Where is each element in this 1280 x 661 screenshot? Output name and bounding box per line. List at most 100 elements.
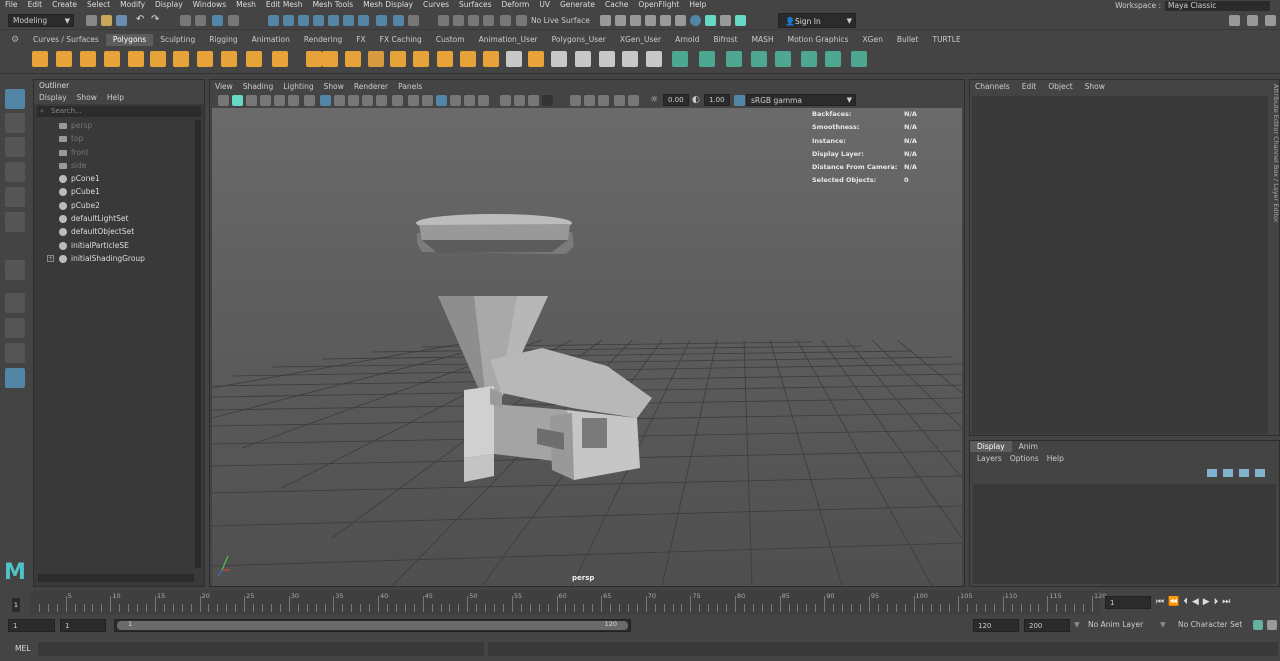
undo-icon[interactable]: ↶	[136, 15, 147, 26]
snap-view-icon[interactable]	[313, 15, 324, 26]
workspace-dropdown[interactable]: Maya Classic	[1165, 0, 1270, 11]
cut-uv-icon[interactable]	[775, 51, 791, 67]
move-tool-icon[interactable]	[5, 162, 25, 182]
outliner-layout-icon[interactable]	[5, 368, 25, 388]
menu-select[interactable]: Select	[82, 0, 115, 9]
planar-uv-icon[interactable]	[672, 51, 688, 67]
menu-windows[interactable]: Windows	[188, 0, 231, 9]
menu-cache[interactable]: Cache	[600, 0, 633, 9]
outliner-item[interactable]: persp	[34, 119, 204, 132]
outliner-menu-show[interactable]: Show	[77, 92, 97, 104]
retopo-icon[interactable]	[437, 51, 453, 67]
menu-display[interactable]: Display	[150, 0, 188, 9]
shelf-tab-sculpting[interactable]: Sculpting	[153, 34, 202, 46]
target-weld-icon[interactable]	[622, 51, 638, 67]
play-backwards-icon[interactable]: ◀	[1192, 596, 1199, 608]
grid-icon[interactable]	[260, 95, 271, 106]
viewport-menu-renderer[interactable]: Renderer	[354, 80, 388, 93]
outliner-item[interactable]: pCube2	[34, 199, 204, 212]
go-to-start-icon[interactable]: ⏮	[1156, 596, 1164, 608]
shelf-tab-arnold[interactable]: Arnold	[668, 34, 706, 46]
viewport-menu-show[interactable]: Show	[324, 80, 344, 93]
poly-sphere-icon[interactable]	[32, 51, 48, 67]
poly-torus-icon[interactable]	[128, 51, 144, 67]
layer-tab-display[interactable]: Display	[970, 441, 1012, 452]
gate-mask-icon[interactable]	[304, 95, 315, 106]
command-input[interactable]	[38, 642, 484, 656]
light-editor-icon[interactable]	[690, 15, 701, 26]
combine-icon[interactable]	[306, 51, 322, 67]
construction-history-icon[interactable]	[453, 15, 464, 26]
live-surface-icon[interactable]	[516, 15, 527, 26]
sign-in-button[interactable]: 👤 Sign In ▼	[778, 13, 856, 28]
lasso-icon[interactable]	[228, 15, 239, 26]
step-back-frame-icon[interactable]: ⏴	[1183, 596, 1188, 608]
current-frame-field[interactable]: 1	[1105, 596, 1151, 609]
outliner-menu-display[interactable]: Display	[39, 92, 67, 104]
shelf-tab-animation-user[interactable]: Animation_User	[472, 34, 545, 46]
move-layer-up-icon[interactable]	[1207, 469, 1217, 477]
outliner-item[interactable]: defaultLightSet	[34, 212, 204, 225]
field-chart-icon[interactable]	[614, 95, 625, 106]
poly-disc-icon[interactable]	[173, 51, 189, 67]
outliner-search-input[interactable]: ⌕ Search...	[37, 106, 201, 117]
character-key-icon[interactable]	[1253, 620, 1263, 630]
poly-pyramid-icon[interactable]	[197, 51, 213, 67]
playback-start-field[interactable]: 1	[60, 619, 106, 632]
layer-tab-anim[interactable]: Anim	[1012, 441, 1045, 452]
bridge-icon[interactable]	[551, 51, 567, 67]
outliner-item[interactable]: + initialShadingGroup	[34, 252, 204, 265]
move-layer-down-icon[interactable]	[1223, 469, 1233, 477]
shelf-tab-fx-caching[interactable]: FX Caching	[373, 34, 429, 46]
playback-end-field[interactable]: 120	[973, 619, 1019, 632]
start-time-field[interactable]: 1	[8, 619, 55, 632]
outliner-item[interactable]: pCube1	[34, 185, 204, 198]
snap-together-icon[interactable]	[468, 15, 479, 26]
layout-uv-icon[interactable]	[851, 51, 867, 67]
shadows-icon[interactable]	[392, 95, 403, 106]
modeling-toolkit-icon[interactable]	[705, 15, 716, 26]
time-slider-track[interactable]: 5 10 15 20 25 30 35 40 45 50 55 60 65 70 75 80 85 90 95 100…	[30, 590, 1106, 615]
open-scene-icon[interactable]	[101, 15, 112, 26]
grease-pencil-icon[interactable]	[628, 95, 639, 106]
boolean-icon[interactable]	[390, 51, 406, 67]
viewport-canvas[interactable]: Backfaces: N/A Smoothness: N/A Instance: N/A D…	[212, 108, 962, 586]
menu-surfaces[interactable]: Surfaces	[454, 0, 496, 9]
uv-editor-icon[interactable]	[825, 51, 841, 67]
resolution-gate-icon[interactable]	[288, 95, 299, 106]
spherical-uv-icon[interactable]	[751, 51, 767, 67]
select-component-icon[interactable]	[212, 15, 223, 26]
toggle-modeling-toolkit-icon[interactable]	[1229, 15, 1240, 26]
shelf-tab-polygons-user[interactable]: Polygons_User	[545, 34, 613, 46]
outliner-horizontal-scrollbar[interactable]	[38, 574, 194, 582]
history-icon[interactable]	[393, 15, 404, 26]
motion-blur-icon[interactable]	[464, 95, 475, 106]
film-gate-icon[interactable]	[274, 95, 285, 106]
outliner-vertical-scrollbar[interactable]	[195, 120, 201, 568]
hypershade-icon[interactable]	[660, 15, 671, 26]
menu-modify[interactable]: Modify	[115, 0, 150, 9]
menu-generate[interactable]: Generate	[555, 0, 600, 9]
toggle-attribute-editor-icon[interactable]	[1247, 15, 1258, 26]
shelf-tab-xgen[interactable]: XGen	[856, 34, 890, 46]
wireframe-icon[interactable]	[320, 95, 331, 106]
ambient-occlusion-icon[interactable]	[450, 95, 461, 106]
menu-curves[interactable]: Curves	[418, 0, 454, 9]
poly-text-icon[interactable]	[246, 51, 262, 67]
shelf-tab-custom[interactable]: Custom	[429, 34, 472, 46]
safe-title-icon[interactable]	[598, 95, 609, 106]
poly-plane-icon[interactable]	[150, 51, 166, 67]
bookmark-icon[interactable]	[232, 95, 243, 106]
outliner-item[interactable]: front	[34, 146, 204, 159]
viewport-menu-shading[interactable]: Shading	[243, 80, 273, 93]
step-back-key-icon[interactable]: ⏪	[1168, 596, 1179, 608]
snap-curve-icon[interactable]	[283, 15, 294, 26]
play-forwards-icon[interactable]: ▶	[1203, 596, 1210, 608]
shelf-tab-polygons[interactable]: Polygons	[105, 34, 154, 46]
preferences-icon[interactable]	[1267, 620, 1277, 630]
go-to-end-icon[interactable]: ⏭	[1222, 596, 1230, 608]
select-tool-icon[interactable]	[5, 89, 25, 109]
shaded-icon[interactable]	[514, 95, 525, 106]
layer-menu-help[interactable]: Help	[1047, 452, 1064, 466]
remesh-icon[interactable]	[413, 51, 429, 67]
